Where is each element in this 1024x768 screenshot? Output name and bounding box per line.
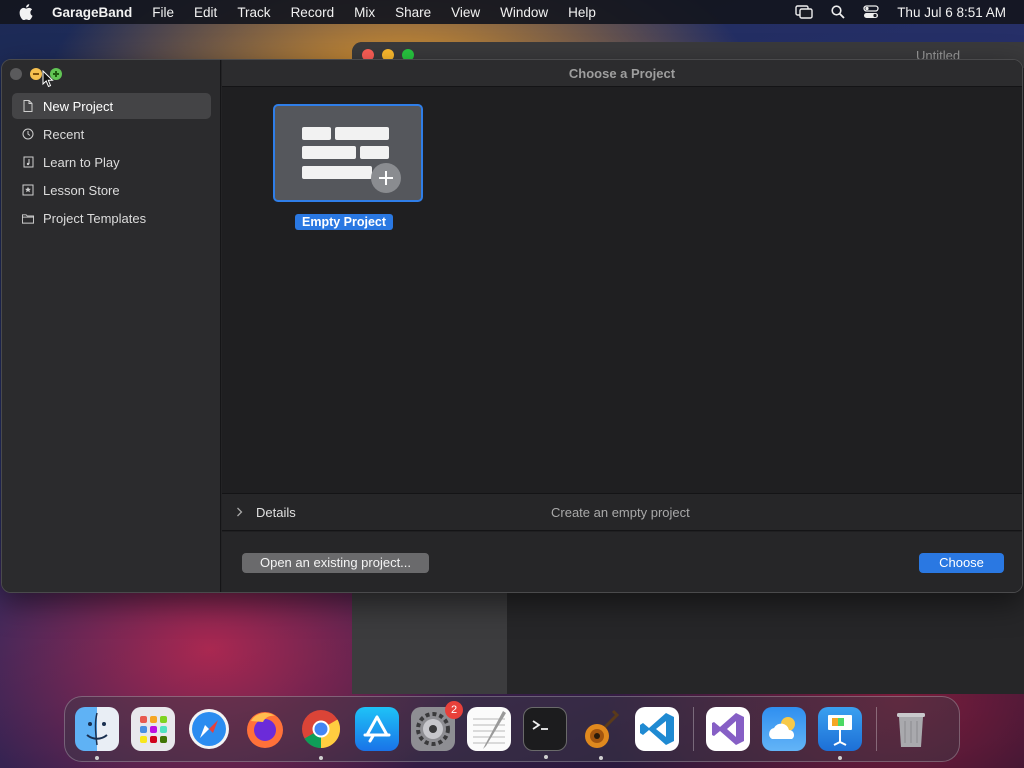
chrome-icon[interactable] — [299, 707, 343, 760]
background-window-side-panel — [352, 592, 507, 694]
empty-project-thumbnail-icon[interactable] — [273, 104, 423, 202]
dialog-title: Choose a Project — [222, 60, 1022, 87]
details-bar: Details Create an empty project — [222, 493, 1022, 531]
sidebar-item-learn-to-play[interactable]: Learn to Play — [12, 149, 211, 175]
running-indicator — [838, 756, 842, 760]
launchpad-icon[interactable] — [131, 707, 175, 751]
sidebar-item-recent[interactable]: Recent — [12, 121, 211, 147]
sidebar-item-label: Recent — [43, 126, 85, 142]
chevron-right-icon[interactable] — [236, 507, 248, 517]
menu-view[interactable]: View — [441, 5, 490, 20]
sidebar-list: New Project Recent Learn to Play Lesson … — [12, 93, 211, 233]
sidebar-item-label: Lesson Store — [43, 182, 120, 198]
running-indicator — [95, 756, 99, 760]
search-icon[interactable] — [831, 5, 845, 19]
sidebar-item-label: Project Templates — [43, 210, 147, 226]
dock: 2 — [64, 696, 960, 762]
sidebar-item-new-project[interactable]: New Project — [12, 93, 211, 119]
document-icon — [22, 100, 34, 112]
template-grid: Empty Project — [273, 104, 423, 230]
project-chooser-window: New Project Recent Learn to Play Lesson … — [1, 59, 1023, 593]
vscode-icon[interactable] — [635, 707, 679, 751]
running-indicator — [599, 756, 603, 760]
menu-edit[interactable]: Edit — [184, 5, 227, 20]
sidebar-item-label: New Project — [43, 98, 114, 114]
running-indicator — [319, 756, 323, 760]
app-store-icon[interactable] — [355, 707, 399, 751]
weather-icon[interactable] — [762, 707, 806, 751]
clock-icon — [22, 128, 34, 140]
folder-icon — [22, 212, 34, 224]
sidebar-item-lesson-store[interactable]: Lesson Store — [12, 177, 211, 203]
content-area: Choose a Project Empty Project Details C… — [222, 60, 1022, 592]
template-empty-project[interactable]: Empty Project — [273, 104, 423, 230]
choose-button[interactable]: Choose — [919, 553, 1004, 573]
system-settings-icon[interactable]: 2 — [411, 701, 463, 751]
menu-app-name[interactable]: GarageBand — [52, 5, 142, 20]
keynote-icon[interactable] — [818, 707, 862, 760]
dock-separator — [876, 707, 877, 751]
menu-share[interactable]: Share — [385, 5, 441, 20]
close-icon[interactable] — [10, 68, 22, 80]
garageband-icon[interactable] — [579, 707, 623, 760]
open-existing-project-button[interactable]: Open an existing project... — [242, 553, 429, 573]
textedit-icon[interactable] — [467, 707, 511, 751]
menu-bar: GarageBand File Edit Track Record Mix Sh… — [0, 0, 1024, 24]
menu-record[interactable]: Record — [281, 5, 345, 20]
mouse-cursor-icon — [42, 70, 54, 88]
firefox-icon[interactable] — [243, 707, 287, 751]
screen-mirroring-icon[interactable] — [795, 5, 813, 19]
details-description: Create an empty project — [551, 504, 690, 520]
window-controls — [10, 68, 62, 80]
running-indicator — [544, 755, 548, 759]
menu-window[interactable]: Window — [490, 5, 558, 20]
trash-icon[interactable] — [889, 707, 933, 751]
menu-file[interactable]: File — [142, 5, 184, 20]
add-icon — [371, 163, 401, 193]
star-icon — [22, 184, 34, 196]
visual-studio-icon[interactable] — [706, 707, 750, 751]
menu-clock[interactable]: Thu Jul 6 8:51 AM — [897, 5, 1006, 20]
apple-menu-icon[interactable] — [0, 4, 52, 20]
menu-track[interactable]: Track — [227, 5, 280, 20]
safari-icon[interactable] — [187, 707, 231, 751]
dock-separator — [693, 707, 694, 751]
menu-mix[interactable]: Mix — [344, 5, 385, 20]
sidebar: New Project Recent Learn to Play Lesson … — [2, 60, 221, 592]
dialog-footer: Open an existing project... Choose — [222, 532, 1022, 592]
menu-help[interactable]: Help — [558, 5, 606, 20]
finder-icon[interactable] — [75, 707, 119, 760]
details-toggle[interactable]: Details — [256, 505, 296, 520]
control-center-icon[interactable] — [863, 5, 879, 19]
sidebar-item-project-templates[interactable]: Project Templates — [12, 205, 211, 231]
notification-badge: 2 — [445, 701, 463, 719]
template-label[interactable]: Empty Project — [295, 214, 394, 230]
minimize-icon[interactable] — [30, 68, 42, 80]
sidebar-item-label: Learn to Play — [43, 154, 120, 170]
terminal-icon[interactable] — [523, 707, 567, 759]
music-book-icon — [22, 156, 34, 168]
